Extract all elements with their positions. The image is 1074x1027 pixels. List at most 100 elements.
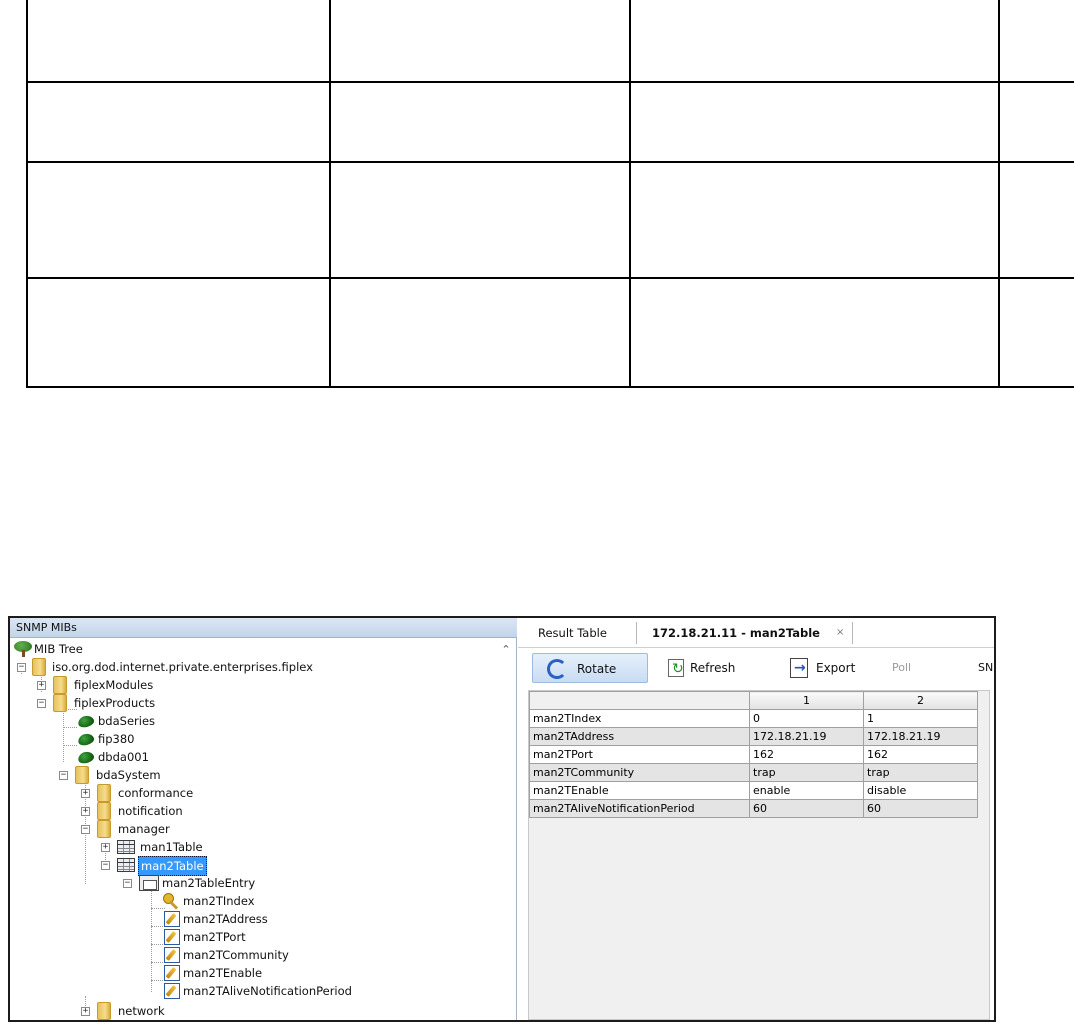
expand-icon[interactable]: +	[81, 807, 90, 816]
column-icon	[164, 929, 180, 945]
table-cell[interactable]: 60	[749, 799, 864, 818]
row-header: man2TAddress	[529, 727, 750, 746]
tree-node-man1table[interactable]: + man1Table	[12, 838, 212, 856]
document-table	[0, 0, 1074, 389]
tree-node-notification[interactable]: + notification	[12, 802, 212, 820]
table-row: man2TCommunity trap trap	[529, 763, 978, 782]
tree-node-man2taddress[interactable]: man2TAddress	[12, 910, 268, 928]
selected-label: man2Table	[138, 856, 207, 876]
tree-node-fiplexmodules[interactable]: + fiplexModules	[12, 676, 212, 694]
tree-node-man2table[interactable]: − man2Table	[12, 856, 212, 876]
collapse-icon[interactable]: −	[59, 771, 68, 780]
tree-node-man2talivenotificationperiod[interactable]: man2TAliveNotificationPeriod	[12, 982, 352, 1000]
collapse-icon[interactable]: −	[81, 825, 90, 834]
table-cell[interactable]: 1	[863, 709, 978, 728]
rotate-button[interactable]: Rotate	[532, 653, 648, 683]
tab-separator	[636, 622, 637, 644]
toolbar: Rotate Refresh Export Poll SNI	[518, 648, 994, 686]
column-icon	[164, 947, 180, 963]
tree-node-fip380[interactable]: fip380	[12, 730, 212, 748]
collapse-icon[interactable]: −	[17, 663, 26, 672]
folder-icon	[32, 658, 46, 676]
tree-node-fiplexproducts[interactable]: − fiplexProducts	[12, 694, 212, 712]
table-row: man2TEnable enable disable	[529, 781, 978, 800]
table-entry-icon	[139, 875, 159, 891]
tree-node-man2tableentry[interactable]: − man2TableEntry	[12, 874, 255, 892]
row-header: man2TPort	[529, 745, 750, 764]
table-cell[interactable]: trap	[863, 763, 978, 782]
refresh-button[interactable]: Refresh	[668, 653, 748, 684]
collapse-icon[interactable]: −	[101, 861, 110, 870]
mib-browser-window: SNMP MIBs ⌃ MIB Tree − iso.org.dod.inter…	[8, 616, 996, 1022]
leaf-icon	[76, 750, 96, 765]
expand-icon[interactable]: +	[81, 1007, 90, 1016]
expand-icon[interactable]: +	[101, 843, 110, 852]
close-tab-icon[interactable]: ×	[836, 618, 844, 648]
table-rule	[629, 0, 631, 388]
row-header: man2TEnable	[529, 781, 750, 800]
table-cell[interactable]: 172.18.21.19	[749, 727, 864, 746]
snmp-button[interactable]: SNI	[978, 653, 994, 683]
tree-node-bdasystem[interactable]: − bdaSystem	[12, 766, 212, 784]
table-row: man2TAddress 172.18.21.19 172.18.21.19	[529, 727, 978, 746]
tree-node-mib-tree[interactable]: MIB Tree	[12, 640, 212, 658]
table-row: man2TAliveNotificationPeriod 60 60	[529, 799, 978, 818]
table-cell[interactable]: 162	[749, 745, 864, 764]
folder-icon	[53, 694, 67, 712]
table-row: man2TIndex 0 1	[529, 709, 978, 728]
tree-node-dbda001[interactable]: dbda001	[12, 748, 212, 766]
tree-node-network[interactable]: + network	[12, 1002, 212, 1020]
table-icon	[117, 858, 135, 872]
mib-tree-pane: SNMP MIBs ⌃ MIB Tree − iso.org.dod.inter…	[10, 618, 517, 1020]
result-grid-area: 1 2 man2TIndex 0 1 man2TAddress 172.18.2…	[528, 690, 990, 1020]
table-cell[interactable]: 162	[863, 745, 978, 764]
table-rule	[26, 0, 28, 388]
column-icon	[164, 983, 180, 999]
tab-bar: Result Table 172.18.21.11 - man2Table ×	[518, 618, 994, 648]
column-header[interactable]: 2	[863, 691, 978, 710]
row-header: man2TIndex	[529, 709, 750, 728]
folder-icon	[97, 820, 111, 838]
export-button[interactable]: Export	[790, 653, 870, 683]
table-rule	[998, 0, 1000, 388]
tree-node-man2tcommunity[interactable]: man2TCommunity	[12, 946, 289, 964]
table-cell[interactable]: 172.18.21.19	[863, 727, 978, 746]
tree-node-man2tindex[interactable]: man2TIndex	[12, 892, 255, 910]
tree-node-man2tenable[interactable]: man2TEnable	[12, 964, 262, 982]
tree-node-conformance[interactable]: + conformance	[12, 784, 212, 802]
folder-icon	[75, 766, 89, 784]
leaf-icon	[76, 732, 96, 747]
tree-node-fiplex[interactable]: − iso.org.dod.internet.private.enterpris…	[12, 658, 412, 676]
collapse-icon[interactable]: −	[123, 879, 132, 888]
tree-node-bdaseries[interactable]: bdaSeries	[12, 712, 212, 730]
corner-cell	[529, 691, 750, 710]
table-cell[interactable]: trap	[749, 763, 864, 782]
expand-icon[interactable]: +	[37, 681, 46, 690]
tree-node-man2tport[interactable]: man2TPort	[12, 928, 246, 946]
table-cell[interactable]: 0	[749, 709, 864, 728]
result-pane: Result Table 172.18.21.11 - man2Table × …	[518, 618, 994, 1020]
refresh-icon	[668, 654, 684, 684]
table-rule	[26, 161, 1074, 163]
tab-man2table[interactable]: 172.18.21.11 - man2Table	[652, 618, 820, 648]
leaf-icon	[76, 714, 96, 729]
folder-icon	[97, 784, 111, 802]
table-cell[interactable]: enable	[749, 781, 864, 800]
tab-separator	[852, 622, 853, 644]
table-rule	[26, 81, 1074, 83]
column-header[interactable]: 1	[749, 691, 864, 710]
tree-icon	[14, 641, 32, 657]
export-icon	[790, 653, 808, 683]
tab-result-table[interactable]: Result Table	[538, 618, 607, 648]
tree-node-manager[interactable]: − manager	[12, 820, 212, 838]
column-icon	[164, 965, 180, 981]
collapse-icon[interactable]: −	[37, 699, 46, 708]
table-cell[interactable]: 60	[863, 799, 978, 818]
key-icon	[162, 892, 180, 910]
mib-tree: MIB Tree − iso.org.dod.internet.private.…	[10, 640, 517, 1020]
table-cell[interactable]: disable	[863, 781, 978, 800]
poll-button[interactable]: Poll	[892, 653, 932, 683]
column-icon	[164, 911, 180, 927]
expand-icon[interactable]: +	[81, 789, 90, 798]
rotate-icon	[547, 659, 567, 679]
